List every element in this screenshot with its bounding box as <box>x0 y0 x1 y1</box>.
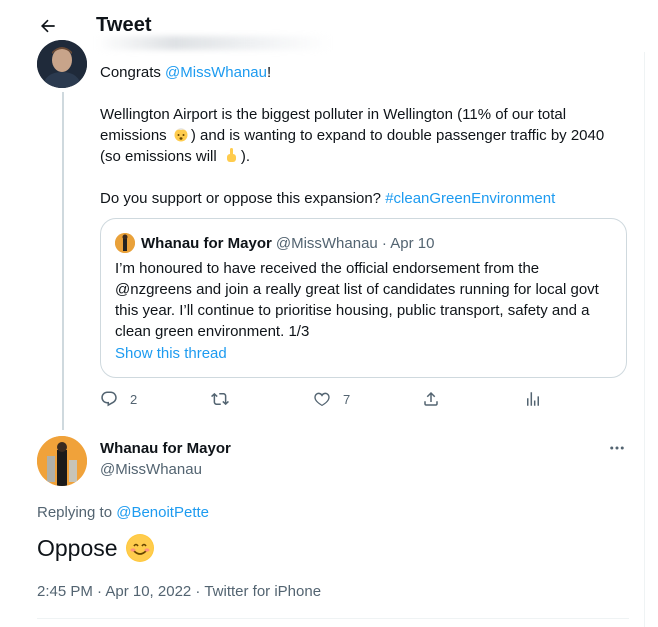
retweet-icon <box>211 392 229 406</box>
smiling-face-emoji <box>125 534 154 562</box>
tweet-action-bar: 2 7 <box>100 390 570 414</box>
author-handle[interactable]: @MissWhanau <box>100 461 202 478</box>
avatar[interactable] <box>37 40 87 88</box>
back-button[interactable] <box>34 12 62 40</box>
quoted-tweet-text: I’m honoured to have received the offici… <box>115 260 599 340</box>
quoted-author-meta: @MissWhanau · Apr 10 <box>275 234 435 252</box>
reply-icon <box>101 391 117 407</box>
pointing-up-emoji <box>223 147 239 163</box>
reply-button[interactable]: 2 <box>100 390 137 408</box>
reply-count: 2 <box>130 391 138 407</box>
text-segment: ). <box>240 148 251 165</box>
more-icon <box>610 446 624 450</box>
page-title: Tweet <box>96 14 152 36</box>
arrow-left-icon <box>41 19 55 33</box>
replying-label: Replying to <box>37 504 117 521</box>
tweet-body: Oppose <box>37 534 118 561</box>
thread-connector-line <box>62 92 64 430</box>
analytics-button[interactable] <box>524 390 542 408</box>
quoted-author-name: Whanau for Mayor <box>141 234 272 252</box>
like-button[interactable]: 7 <box>313 390 350 408</box>
author-name[interactable]: Whanau for Mayor <box>100 440 231 457</box>
share-icon <box>424 391 438 406</box>
mention-link[interactable]: @BenoitPette <box>116 504 209 521</box>
text-segment: ! <box>266 64 272 81</box>
show-thread-link[interactable]: Show this thread <box>115 345 227 362</box>
retweet-button[interactable] <box>211 390 229 408</box>
tweet-detail-page: Tweet Congrats @MissWhanau! Wellington A… <box>0 0 645 627</box>
quoted-tweet-header: Whanau for Mayor @MissWhanau · Apr 10 <box>115 233 434 253</box>
replying-to-line: Replying to @BenoitPette <box>37 504 209 521</box>
parent-tweet-text: Congrats @MissWhanau! Wellington Airport… <box>100 62 620 230</box>
avatar <box>115 233 135 253</box>
exploding-head-emoji <box>173 126 189 142</box>
quoted-tweet-card[interactable]: Whanau for Mayor @MissWhanau · Apr 10 I’… <box>100 218 627 378</box>
like-count: 7 <box>343 391 351 407</box>
text-segment: Do you support or oppose this expansion? <box>100 190 386 207</box>
avatar[interactable] <box>37 436 87 486</box>
divider <box>37 618 629 619</box>
blurred-header-remnant <box>96 36 331 50</box>
text-segment: Congrats <box>100 64 166 81</box>
hashtag-link[interactable]: #cleanGreenEnvironment <box>385 190 555 207</box>
main-tweet-text: Oppose <box>37 534 154 562</box>
mention-link[interactable]: @MissWhanau <box>165 64 267 81</box>
more-options-button[interactable] <box>605 436 629 460</box>
tweet-timestamp[interactable]: 2:45 PM · Apr 10, 2022 · Twitter for iPh… <box>37 583 321 600</box>
share-button[interactable] <box>422 390 440 408</box>
heart-icon <box>314 392 330 407</box>
analytics-icon <box>527 392 539 406</box>
